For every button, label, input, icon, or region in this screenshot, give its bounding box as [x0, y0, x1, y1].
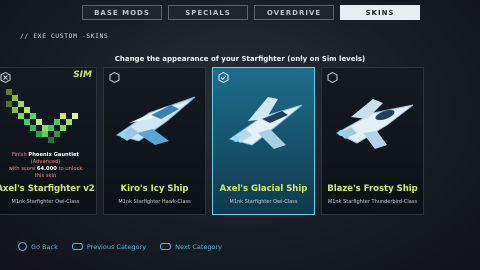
- go-back-hint[interactable]: Go Back: [18, 242, 58, 251]
- go-back-label: Go Back: [31, 242, 58, 251]
- circle-button-icon: [18, 242, 27, 251]
- skin-carousel: SIM Finish Phoenix Gauntlet (Advanced) w…: [0, 67, 424, 215]
- category-tabs: BASE MODS SPECIALS OVERDRIVE SKINS: [82, 5, 420, 20]
- previous-category-label: Previous Category: [86, 242, 147, 251]
- sim-tag: SIM: [73, 70, 92, 80]
- skin-name: Kiro's Icy Ship: [120, 184, 189, 194]
- skin-name: Axel's Glacial Ship: [219, 184, 308, 194]
- frosty-ship-image: [335, 99, 414, 149]
- previous-category-hint[interactable]: Previous Category: [71, 242, 147, 251]
- skin-class: M1nk Starfighter Thunderbird-Class: [327, 199, 418, 205]
- left-bumper-icon: [71, 243, 83, 250]
- unlock-score: 64.000: [36, 166, 57, 172]
- glacial-ship-image: [228, 97, 303, 149]
- skin-card-kiros-icy-ship[interactable]: Kiro's Icy Ship M1nk Starfighter Hawk-Cl…: [103, 67, 206, 215]
- unlock-text: to unlock: [58, 166, 83, 172]
- unlock-level-name: Phoenix Gauntlet: [28, 152, 80, 158]
- unlock-text: Finish: [11, 152, 27, 158]
- tab-base-mods[interactable]: BASE MODS: [82, 5, 162, 20]
- skin-name: Axel's Starfighter v2: [0, 184, 95, 194]
- skin-card-axels-glacial-ship[interactable]: Axel's Glacial Ship M1nk Starfighter Owl…: [212, 67, 315, 215]
- unlock-requirement: Finish Phoenix Gauntlet (Advanced) with …: [0, 152, 96, 180]
- skin-class: M1nk Starfighter Owl-Class: [229, 199, 298, 205]
- pixel-ship-image: [6, 89, 78, 143]
- section-label: // EXE CUSTOM -SKINS: [20, 32, 109, 40]
- skin-name: Blaze's Frosty Ship: [327, 184, 418, 194]
- hexagon-icon: [327, 72, 338, 83]
- tab-skins[interactable]: SKINS: [340, 5, 420, 20]
- skin-class: M1nk Starfighter Owl-Class: [11, 199, 80, 205]
- icy-ship-image: [115, 96, 196, 145]
- controller-hints: Go Back Previous Category Next Category: [18, 242, 222, 251]
- tab-overdrive[interactable]: OVERDRIVE: [254, 5, 334, 20]
- skin-class: M1nk Starfighter Hawk-Class: [118, 199, 191, 205]
- hexagon-check-icon: [218, 72, 229, 83]
- next-category-hint[interactable]: Next Category: [160, 242, 222, 251]
- unlock-difficulty: (Advanced): [30, 159, 61, 165]
- skin-card-blazes-frosty-ship[interactable]: Blaze's Frosty Ship M1nk Starfighter Thu…: [321, 67, 424, 215]
- tab-specials[interactable]: SPECIALS: [168, 5, 248, 20]
- unlock-text: this skin: [34, 173, 57, 179]
- page-subtitle: Change the appearance of your Starfighte…: [114, 55, 366, 63]
- unlock-text: with score: [8, 166, 36, 172]
- next-category-label: Next Category: [175, 242, 223, 251]
- skin-card-axels-starfighter-v2[interactable]: SIM Finish Phoenix Gauntlet (Advanced) w…: [0, 67, 97, 215]
- hexagon-icon: [109, 72, 120, 83]
- right-bumper-icon: [160, 243, 172, 250]
- locked-x-icon: [0, 72, 11, 83]
